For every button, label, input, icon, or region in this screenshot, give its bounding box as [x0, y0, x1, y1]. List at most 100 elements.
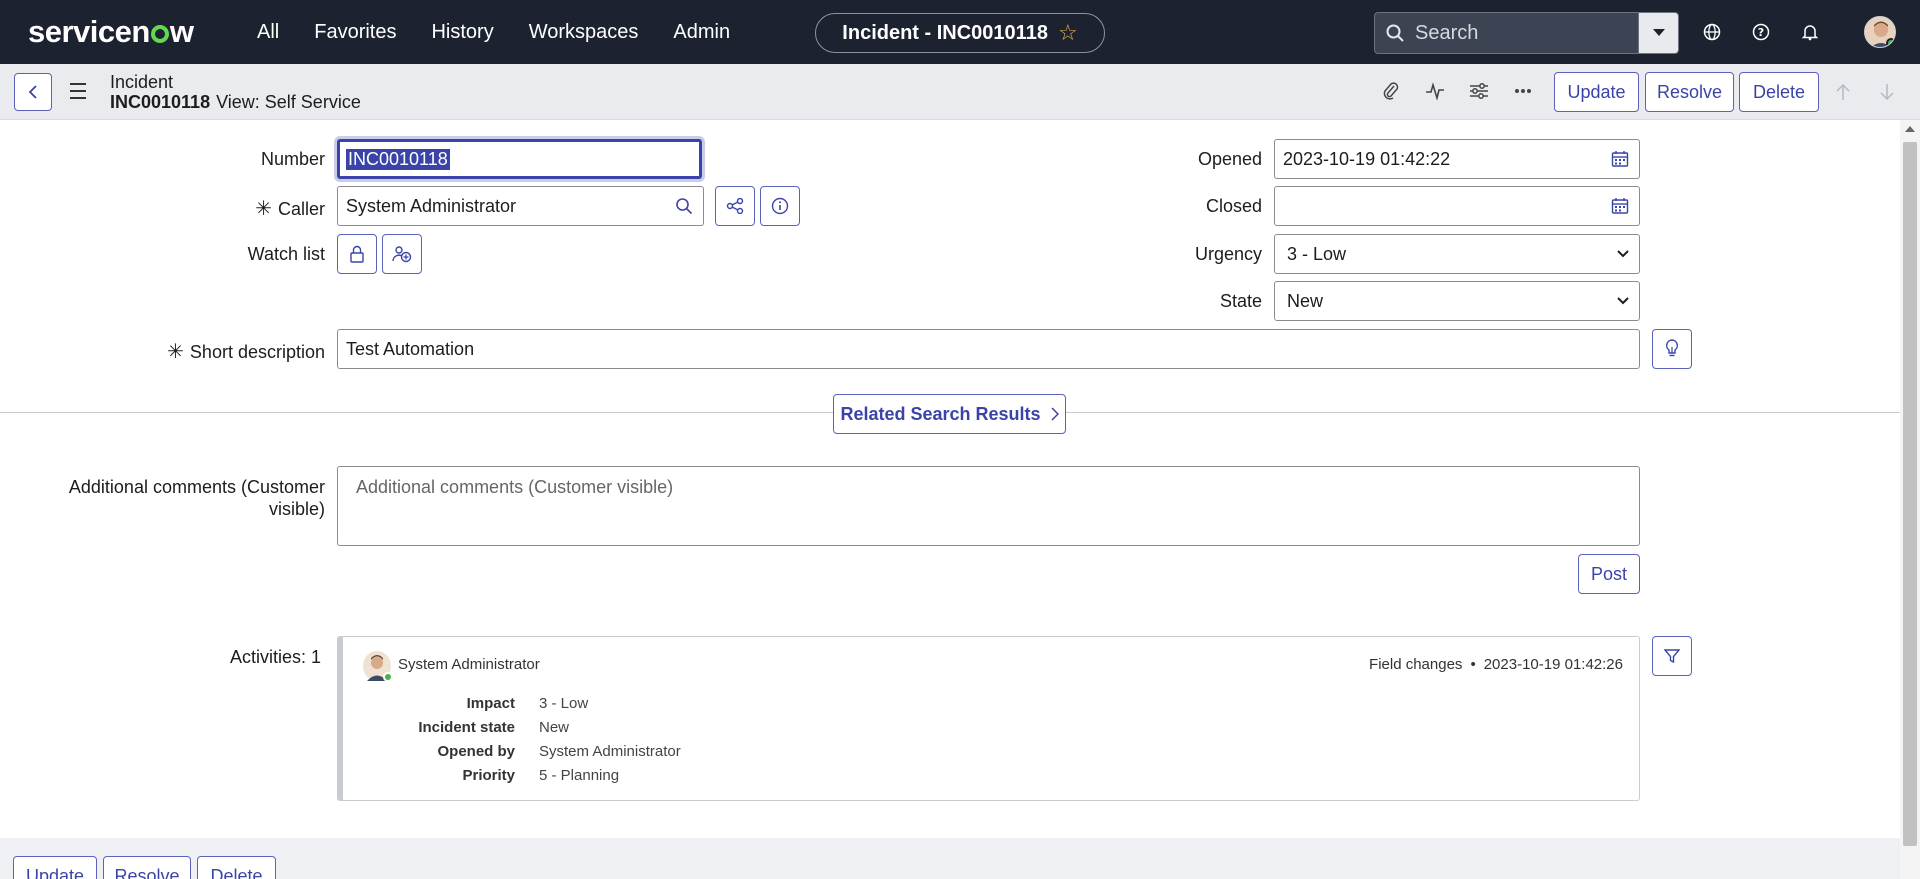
opened-value: 2023-10-19 01:42:22 — [1283, 148, 1451, 169]
nav-workspaces[interactable]: Workspaces — [529, 21, 639, 44]
activity-meta: Field changes • 2023-10-19 01:42:26 — [1369, 656, 1623, 673]
resolve-button[interactable]: Resolve — [1645, 72, 1734, 112]
opened-field[interactable]: 2023-10-19 01:42:22 — [1274, 139, 1601, 179]
post-button[interactable]: Post — [1578, 554, 1640, 594]
caller-info-button[interactable] — [760, 186, 800, 226]
search-placeholder: Search — [1415, 21, 1479, 44]
closed-field[interactable] — [1274, 186, 1601, 226]
nav-menu: All Favorites History Workspaces Admin — [257, 0, 765, 64]
nav-all[interactable]: All — [257, 21, 279, 44]
watch-list-lock-button[interactable] — [337, 234, 377, 274]
top-utility-icons: ? — [1700, 20, 1822, 44]
vertical-scrollbar[interactable] — [1900, 120, 1920, 879]
scrollbar-thumb[interactable] — [1903, 142, 1917, 846]
context-menu-icon[interactable] — [70, 83, 86, 99]
nav-favorites[interactable]: Favorites — [314, 21, 396, 44]
help-icon[interactable]: ? — [1749, 20, 1773, 44]
activity-entry: System Administrator Field changes • 2023-… — [337, 636, 1640, 801]
bottom-delete-button[interactable]: Delete — [197, 856, 276, 879]
activity-filter-button[interactable] — [1652, 636, 1692, 676]
additional-comments-placeholder: Additional comments (Customer visible) — [356, 477, 674, 497]
related-search-results-button[interactable]: Related Search Results — [833, 394, 1066, 434]
delete-button[interactable]: Delete — [1739, 72, 1819, 112]
urgency-select[interactable]: 3 - Low — [1274, 234, 1640, 274]
scroll-up-arrow-icon[interactable] — [1905, 126, 1915, 132]
short-description-field[interactable]: Test Automation — [337, 329, 1640, 369]
lightbulb-icon — [1665, 339, 1679, 357]
activity-type: Field changes — [1369, 656, 1463, 673]
add-user-icon — [392, 246, 412, 263]
next-record-arrow-icon[interactable] — [1876, 80, 1898, 104]
activity-user-avatar — [363, 651, 393, 682]
online-status-dot — [1886, 38, 1895, 47]
opened-calendar-button[interactable] — [1600, 139, 1640, 179]
search-scope-dropdown[interactable] — [1638, 13, 1678, 53]
calendar-icon — [1611, 198, 1628, 214]
activity-field-row: Opened by System Administrator — [437, 743, 681, 760]
back-button[interactable] — [14, 73, 52, 111]
additional-comments-label: Additional comments (Customer visible) — [68, 477, 325, 519]
urgency-value: 3 - Low — [1287, 243, 1347, 264]
record-number: INC0010118 — [110, 92, 211, 112]
online-status-dot — [383, 672, 393, 682]
caller-lookup-button[interactable] — [664, 186, 704, 226]
chevron-down-icon — [1617, 297, 1629, 305]
calendar-icon — [1611, 151, 1628, 167]
caller-value: System Administrator — [346, 195, 517, 216]
record-type: Incident — [110, 72, 174, 92]
caller-hierarchy-button[interactable] — [715, 186, 755, 226]
bottom-action-bar: Update Resolve Delete — [0, 838, 1900, 879]
urgency-label: Urgency — [1194, 244, 1262, 264]
nav-admin[interactable]: Admin — [673, 21, 730, 44]
activity-field-row: Impact 3 - Low — [466, 695, 589, 712]
short-description-label: ✳ Short description — [167, 341, 325, 363]
update-button[interactable]: Update — [1554, 72, 1639, 112]
record-subtitle: INC0010118 View: Self Service — [110, 92, 361, 113]
required-asterisk-icon: ✳ — [255, 198, 272, 220]
watch-list-add-me-button[interactable] — [382, 234, 422, 274]
header-tool-icons — [1380, 80, 1534, 102]
form-header: Incident INC0010118 View: Self Service Up… — [0, 64, 1920, 120]
lock-icon — [350, 245, 364, 263]
nav-history[interactable]: History — [431, 21, 493, 44]
record-title-pill[interactable]: Incident - INC0010118 ☆ — [815, 13, 1105, 53]
number-label: Number — [260, 149, 325, 169]
activities-label: Activities: 1 — [229, 647, 321, 667]
activity-field-row: Incident state New — [418, 719, 570, 736]
additional-comments-textarea[interactable]: Additional comments (Customer visible) — [337, 466, 1640, 546]
filter-icon — [1664, 649, 1680, 664]
state-select[interactable]: New — [1274, 281, 1640, 321]
personalize-sliders-icon[interactable] — [1468, 80, 1490, 102]
bottom-resolve-button[interactable]: Resolve — [103, 856, 191, 879]
activity-user-name: System Administrator — [398, 656, 540, 673]
servicenow-logo[interactable]: servicen w — [28, 14, 194, 50]
caller-label: ✳ Caller — [255, 198, 325, 220]
bottom-update-button[interactable]: Update — [13, 856, 97, 879]
number-field[interactable]: INC0010118 — [337, 139, 702, 179]
record-title: Incident - INC0010118 — [842, 21, 1048, 44]
watch-list-label: Watch list — [247, 244, 325, 264]
info-icon — [771, 197, 789, 215]
user-avatar[interactable] — [1864, 16, 1896, 48]
more-options-icon[interactable] — [1512, 80, 1534, 102]
caller-field[interactable]: System Administrator — [337, 186, 665, 226]
suggestion-lightbulb-button[interactable] — [1652, 329, 1692, 369]
short-description-value: Test Automation — [346, 338, 475, 359]
globe-icon[interactable] — [1700, 20, 1724, 44]
global-search[interactable]: Search — [1374, 12, 1679, 54]
required-asterisk-icon: ✳ — [167, 341, 184, 363]
activity-timestamp: 2023-10-19 01:42:26 — [1483, 656, 1623, 673]
number-value: INC0010118 — [346, 148, 450, 170]
top-navigation: servicen w All Favorites History Workspac… — [0, 0, 1920, 64]
favorite-star-icon[interactable]: ☆ — [1058, 22, 1078, 44]
attachment-icon[interactable] — [1380, 80, 1402, 102]
closed-calendar-button[interactable] — [1600, 186, 1640, 226]
hierarchy-icon — [726, 198, 744, 214]
chevron-right-icon — [1051, 407, 1059, 421]
related-search-label: Related Search Results — [840, 403, 1041, 424]
activity-pulse-icon[interactable] — [1424, 80, 1446, 102]
chevron-down-icon — [1617, 250, 1629, 258]
search-icon — [675, 198, 692, 215]
bell-icon[interactable] — [1798, 20, 1822, 44]
previous-record-arrow-icon[interactable] — [1832, 80, 1854, 104]
